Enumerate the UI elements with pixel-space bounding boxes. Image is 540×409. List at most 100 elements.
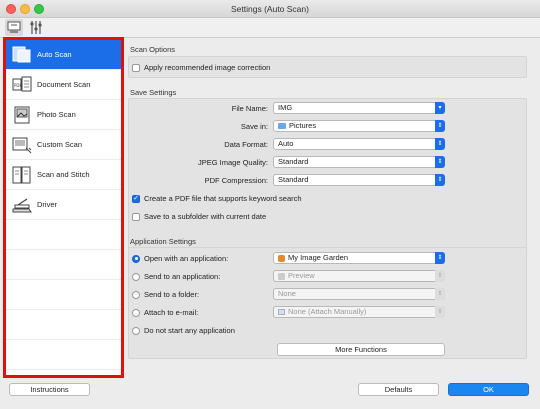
create-pdf-checkbox[interactable]: ✓ Create a PDF file that supports keywor…: [132, 194, 302, 203]
checkbox-label: Apply recommended image correction: [144, 63, 271, 72]
data-format-label: Data Format:: [224, 140, 268, 149]
radio-dot[interactable]: [132, 272, 140, 281]
checkbox-label: Save to a subfolder with current date: [144, 212, 267, 221]
send-to-folder-radio[interactable]: Send to a folder:: [132, 290, 199, 299]
jpeg-quality-select[interactable]: Standard ⇕: [273, 156, 445, 168]
pdf-compression-label: PDF Compression:: [204, 176, 268, 185]
attach-email-select[interactable]: None (Attach Manually) ⇕: [273, 306, 445, 318]
chevron-updown-icon[interactable]: ⇕: [435, 306, 445, 318]
send-folder-value: None: [278, 289, 296, 298]
checkbox-label: Create a PDF file that supports keyword …: [144, 194, 302, 203]
more-functions-button[interactable]: More Functions: [277, 343, 445, 356]
checkbox-box[interactable]: [132, 63, 140, 72]
send-folder-select[interactable]: None ⇕: [273, 288, 445, 300]
ok-button[interactable]: OK: [448, 383, 529, 396]
radio-dot[interactable]: [132, 254, 140, 263]
radio-label: Do not start any application: [144, 326, 235, 335]
open-app-select[interactable]: My Image Garden ⇕: [273, 252, 445, 264]
sidebar-item-label: Driver: [37, 200, 57, 209]
sidebar-item-label: Scan and Stitch: [37, 170, 90, 179]
attach-email-radio[interactable]: Attach to e-mail:: [132, 308, 198, 317]
radio-label: Open with an application:: [144, 254, 229, 263]
window-title: Settings (Auto Scan): [231, 4, 309, 14]
sidebar-item-scan-and-stitch[interactable]: Scan and Stitch: [6, 160, 121, 190]
checkbox-box[interactable]: ✓: [132, 194, 140, 203]
footer-bar: Instructions Defaults OK: [0, 378, 540, 409]
chevron-updown-icon[interactable]: ⇕: [435, 270, 445, 282]
mail-icon: [278, 309, 285, 315]
jpeg-quality-label: JPEG Image Quality:: [197, 158, 268, 167]
radio-label: Send to an application:: [144, 272, 221, 281]
instructions-button[interactable]: Instructions: [9, 383, 90, 396]
subfolder-checkbox[interactable]: Save to a subfolder with current date: [132, 212, 266, 221]
document-scan-icon: PDF: [11, 75, 33, 95]
data-format-value: Auto: [278, 139, 294, 148]
sidebar-item-label: Auto Scan: [37, 50, 72, 59]
sidebar-item-driver[interactable]: Driver: [6, 190, 121, 220]
sidebar-item-auto-scan[interactable]: Auto Scan: [6, 40, 121, 70]
scan-mode-sidebar: Auto Scan PDF Document Scan Photo Scan C…: [3, 37, 124, 378]
scan-settings-tab[interactable]: [5, 19, 23, 36]
file-name-value: IMG: [278, 103, 293, 112]
file-name-dropdown-button[interactable]: ▾: [435, 102, 445, 114]
save-in-value: Pictures: [289, 121, 317, 130]
sidebar-empty-row: [6, 250, 121, 280]
svg-text:PDF: PDF: [14, 83, 22, 88]
send-app-select[interactable]: Preview ⇕: [273, 270, 445, 282]
file-name-label: File Name:: [231, 104, 268, 113]
chevron-updown-icon[interactable]: ⇕: [435, 174, 445, 186]
chevron-updown-icon[interactable]: ⇕: [435, 156, 445, 168]
radio-dot[interactable]: [132, 326, 140, 335]
defaults-button[interactable]: Defaults: [358, 383, 439, 396]
save-in-select[interactable]: Pictures ⇕: [273, 120, 445, 132]
toolbar: [0, 18, 540, 38]
pdf-compression-select[interactable]: Standard ⇕: [273, 174, 445, 186]
do-not-start-radio[interactable]: Do not start any application: [132, 326, 235, 335]
checkbox-box[interactable]: [132, 212, 140, 221]
sidebar-empty-row: [6, 220, 121, 250]
send-app-value: Preview: [288, 271, 315, 280]
application-settings-title: Application Settings: [130, 237, 196, 246]
photo-scan-icon: [11, 105, 33, 125]
general-settings-icon: [30, 21, 42, 34]
pdf-compression-value: Standard: [278, 175, 309, 184]
radio-label: Attach to e-mail:: [144, 308, 199, 317]
apply-recommended-checkbox[interactable]: Apply recommended image correction: [132, 63, 270, 72]
driver-icon: [11, 195, 33, 215]
sidebar-item-custom-scan[interactable]: Custom Scan: [6, 130, 121, 160]
attach-email-value: None (Attach Manually): [288, 307, 367, 316]
preview-icon: [278, 272, 285, 280]
jpeg-quality-value: Standard: [278, 157, 309, 166]
sidebar-item-label: Document Scan: [37, 80, 91, 89]
my-image-garden-icon: [278, 254, 285, 262]
title-bar: Settings (Auto Scan): [0, 0, 540, 18]
chevron-updown-icon[interactable]: ⇕: [435, 288, 445, 300]
chevron-updown-icon[interactable]: ⇕: [435, 120, 445, 132]
open-app-value: My Image Garden: [288, 253, 349, 262]
radio-label: Send to a folder:: [144, 290, 200, 299]
data-format-select[interactable]: Auto ⇕: [273, 138, 445, 150]
chevron-updown-icon[interactable]: ⇕: [435, 252, 445, 264]
application-settings-group: Open with an application: My Image Garde…: [128, 247, 527, 359]
scan-options-group: Apply recommended image correction: [128, 56, 527, 78]
custom-scan-icon: [11, 135, 33, 155]
sidebar-item-document-scan[interactable]: PDF Document Scan: [6, 70, 121, 100]
folder-icon: [278, 123, 286, 129]
radio-dot[interactable]: [132, 308, 140, 317]
open-with-app-radio[interactable]: Open with an application:: [132, 254, 228, 263]
sidebar-empty-row: [6, 340, 121, 370]
sidebar-empty-row: [6, 280, 121, 310]
radio-dot[interactable]: [132, 290, 140, 299]
sidebar-item-label: Photo Scan: [37, 110, 76, 119]
sidebar-empty-row: [6, 310, 121, 340]
scan-stitch-icon: [11, 165, 33, 185]
file-name-field[interactable]: IMG ▾: [273, 102, 445, 114]
scan-settings-icon: [7, 21, 21, 33]
sidebar-item-photo-scan[interactable]: Photo Scan: [6, 100, 121, 130]
scan-options-title: Scan Options: [130, 45, 176, 54]
general-settings-tab[interactable]: [27, 19, 45, 36]
auto-scan-icon: [11, 45, 33, 65]
chevron-updown-icon[interactable]: ⇕: [435, 138, 445, 150]
send-to-app-radio[interactable]: Send to an application:: [132, 272, 220, 281]
sidebar-item-label: Custom Scan: [37, 140, 83, 149]
